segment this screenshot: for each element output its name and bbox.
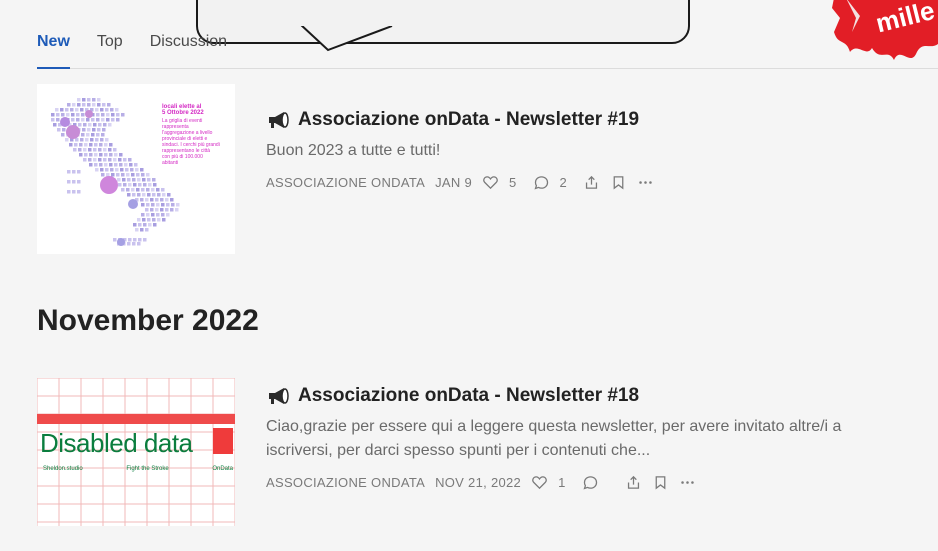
- share-button[interactable]: [583, 174, 600, 191]
- like-count: 1: [558, 474, 566, 490]
- thumbnail-caption: locali elette al 5 Ottobre 2022 La grigl…: [162, 104, 220, 166]
- tab-top[interactable]: Top: [97, 30, 123, 68]
- comment-icon: [583, 475, 597, 490]
- post-content: Associazione onData - Newsletter #19 Buo…: [266, 108, 917, 193]
- tab-bar: New Top Discussion: [37, 30, 938, 69]
- bookmark-button[interactable]: [652, 474, 669, 491]
- post-content: Associazione onData - Newsletter #18 Cia…: [266, 384, 917, 493]
- share-icon: [627, 475, 639, 489]
- share-button[interactable]: [625, 474, 642, 491]
- thumbnail-footer-item: Fight the Stroke: [126, 466, 169, 472]
- post-subtitle: Buon 2023 a tutte e tutti!: [266, 142, 441, 159]
- post-author[interactable]: ASSOCIAZIONE ONDATA: [266, 175, 425, 190]
- comment-button[interactable]: [533, 174, 550, 191]
- post-title-text[interactable]: Associazione onData - Newsletter #19: [298, 108, 639, 132]
- bookmark-icon: [655, 475, 665, 489]
- post-thumbnail-disabled-data[interactable]: Disabled data Sheldon.studio Fight the S…: [37, 378, 235, 526]
- heart-icon: [483, 175, 498, 189]
- thumbnail-footer: Sheldon.studio Fight the Stroke OnData: [43, 466, 233, 472]
- post-author[interactable]: ASSOCIAZIONE ONDATA: [266, 475, 425, 490]
- post-date: NOV 21, 2022: [435, 474, 522, 490]
- more-horizontal-icon: [680, 480, 694, 484]
- like-button[interactable]: [482, 174, 499, 191]
- megaphone-icon: [269, 388, 289, 404]
- post-title-text[interactable]: Associazione onData - Newsletter #18: [298, 384, 639, 408]
- post-subtitle: Ciao,grazie per essere qui a leggere que…: [266, 418, 842, 459]
- thumbnail-footer-item: Sheldon.studio: [43, 466, 83, 472]
- post-item[interactable]: Disabled data Sheldon.studio Fight the S…: [37, 378, 917, 526]
- bookmark-button[interactable]: [610, 174, 627, 191]
- tab-discussion[interactable]: Discussion: [150, 30, 227, 68]
- more-horizontal-icon: [639, 180, 652, 184]
- comment-button[interactable]: [582, 474, 599, 491]
- tab-new[interactable]: New: [37, 30, 70, 69]
- post-title[interactable]: Associazione onData - Newsletter #18: [266, 384, 917, 408]
- post-thumbnail-italy-map[interactable]: locali elette al 5 Ottobre 2022 La grigl…: [37, 84, 235, 254]
- bookmark-icon: [613, 175, 624, 189]
- megaphone-icon: [269, 112, 289, 128]
- post-title[interactable]: Associazione onData - Newsletter #19: [266, 108, 917, 132]
- more-options-button[interactable]: [637, 174, 654, 191]
- more-options-button[interactable]: [679, 474, 696, 491]
- comment-icon: [533, 175, 548, 190]
- post-item[interactable]: locali elette al 5 Ottobre 2022 La grigl…: [37, 84, 917, 254]
- comment-count: 2: [559, 174, 568, 190]
- thumbnail-footer-item: OnData: [212, 466, 233, 472]
- heart-icon: [532, 475, 547, 489]
- thumbnail-headline: Disabled data: [40, 428, 193, 458]
- post-meta: ASSOCIAZIONE ONDATA NOV 21, 2022 1: [266, 471, 917, 493]
- like-button[interactable]: [531, 474, 548, 491]
- post-date: JAN 9: [435, 174, 472, 190]
- share-icon: [585, 175, 598, 189]
- post-meta: ASSOCIAZIONE ONDATA JAN 9 5 2: [266, 171, 917, 193]
- section-heading-month: November 2022: [37, 304, 259, 337]
- like-count: 5: [508, 174, 517, 190]
